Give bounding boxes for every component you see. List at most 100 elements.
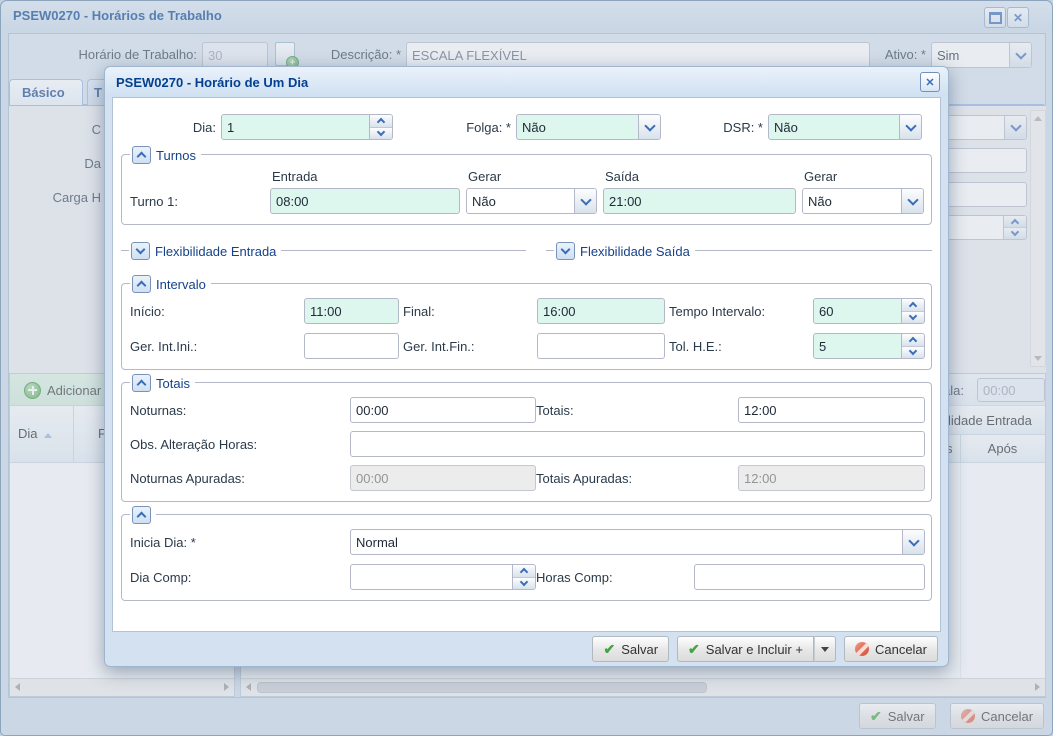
final-input[interactable] — [538, 299, 664, 323]
intervalo-legend-label: Intervalo — [156, 277, 206, 292]
expand-icon[interactable] — [556, 242, 575, 260]
spin-up-icon[interactable] — [902, 334, 924, 347]
inicio-input[interactable] — [305, 299, 398, 323]
totais-grid: Noturnas: Totais: Obs. Alteração Horas: … — [130, 397, 923, 491]
turno1-gerar-entrada-combo[interactable] — [466, 188, 597, 214]
turno1-entrada-field[interactable] — [270, 188, 460, 214]
dia-input[interactable] — [222, 115, 369, 139]
dialog-title: PSEW0270 - Horário de Um Dia — [116, 75, 308, 90]
dialog-close-button[interactable]: ✕ — [920, 72, 940, 92]
chevron-glyph — [909, 312, 917, 320]
collapse-icon[interactable] — [132, 146, 151, 164]
spin-down-icon[interactable] — [902, 347, 924, 359]
dialog-save-button[interactable]: ✔ Salvar — [592, 636, 669, 662]
dialog-footer: ✔ Salvar ✔ Salvar e Incluir + Cancelar — [105, 632, 948, 666]
entrada-column-header: Entrada — [270, 169, 460, 184]
chevron-down-icon[interactable] — [638, 115, 660, 139]
final-field[interactable] — [537, 298, 665, 324]
inicia-dia-combo[interactable] — [350, 529, 925, 555]
inicia-dia-grid: Inicia Dia: * Dia Comp: Horas Comp: — [130, 529, 923, 590]
save-and-add-label: Salvar e Incluir + — [706, 642, 803, 657]
save-and-add-button[interactable]: ✔ Salvar e Incluir + — [677, 636, 814, 662]
dia-comp-input[interactable] — [351, 565, 512, 589]
spinner-buttons[interactable] — [901, 299, 924, 323]
flexibilidade-saida-fieldset: Flexibilidade Saída — [546, 250, 932, 263]
inicia-dia-input[interactable] — [351, 530, 902, 554]
obs-alteracao-input[interactable] — [351, 432, 924, 456]
chevron-down-icon[interactable] — [901, 189, 923, 213]
collapse-icon[interactable] — [132, 506, 151, 524]
check-icon: ✔ — [688, 642, 700, 656]
gerar-entrada-column-header: Gerar — [466, 169, 597, 184]
no-entry-icon — [855, 642, 869, 656]
save-and-add-menu-arrow[interactable] — [814, 636, 836, 662]
expand-icon[interactable] — [131, 242, 150, 260]
inicio-field[interactable] — [304, 298, 399, 324]
turno1-gerar-saida-input[interactable] — [803, 189, 901, 213]
dia-spinner-field[interactable] — [221, 114, 393, 140]
turnos-legend: Turnos — [130, 146, 201, 164]
dsr-input[interactable] — [769, 115, 899, 139]
collapse-icon[interactable] — [132, 275, 151, 293]
spinner-buttons[interactable] — [901, 334, 924, 358]
ger-int-ini-field[interactable] — [304, 333, 399, 359]
totais-field[interactable] — [738, 397, 925, 423]
turno1-entrada-input[interactable] — [271, 189, 459, 213]
dsr-combo[interactable] — [768, 114, 922, 140]
spin-down-icon[interactable] — [513, 578, 535, 590]
spin-down-icon[interactable] — [370, 128, 392, 140]
chevron-glyph — [909, 302, 917, 310]
turno1-gerar-saida-combo[interactable] — [802, 188, 924, 214]
chevron-down-icon[interactable] — [902, 530, 924, 554]
flex-saida-legend: Flexibilidade Saída — [554, 242, 695, 260]
totais-apuradas-field — [738, 465, 925, 491]
turno1-saida-field[interactable] — [603, 188, 796, 214]
chevron-glyph — [905, 120, 916, 131]
chevron-glyph — [908, 535, 919, 546]
chevron-down-icon[interactable] — [574, 189, 596, 213]
tol-he-input[interactable] — [814, 334, 901, 358]
noturnas-input[interactable] — [351, 398, 535, 422]
turnos-legend-label: Turnos — [156, 148, 196, 163]
dialog-cancel-button[interactable]: Cancelar — [844, 636, 938, 662]
totais-fieldset: Totais Noturnas: Totais: Obs. Alteração … — [121, 382, 932, 502]
tempo-intervalo-input[interactable] — [814, 299, 901, 323]
chevron-glyph — [580, 194, 591, 205]
chevron-glyph — [561, 245, 571, 255]
spin-up-icon[interactable] — [513, 565, 535, 578]
folga-input[interactable] — [517, 115, 638, 139]
horas-comp-input[interactable] — [695, 565, 924, 589]
ger-int-ini-input[interactable] — [305, 334, 398, 358]
ger-int-fin-field[interactable] — [537, 333, 665, 359]
inicia-dia-label: Inicia Dia: * — [130, 535, 350, 550]
tempo-intervalo-spinner-field[interactable] — [813, 298, 925, 324]
dialog-save-label: Salvar — [621, 642, 658, 657]
chevron-glyph — [377, 118, 385, 126]
dia-comp-spinner-field[interactable] — [350, 564, 536, 590]
spin-down-icon[interactable] — [902, 312, 924, 324]
noturnas-field[interactable] — [350, 397, 536, 423]
horas-comp-field[interactable] — [694, 564, 925, 590]
ger-int-fin-input[interactable] — [538, 334, 664, 358]
flexibilidade-entrada-fieldset: Flexibilidade Entrada — [121, 250, 526, 263]
turno1-saida-input[interactable] — [604, 189, 795, 213]
ger-int-fin-label: Ger. Int.Fin.: — [403, 339, 533, 354]
turnos-grid: Entrada Gerar Saída Gerar Turno 1: — [130, 169, 923, 214]
collapse-icon[interactable] — [132, 374, 151, 392]
dia-folga-dsr-row: Dia: Folga: * DSR: * — [121, 114, 932, 140]
noturnas-apuradas-label: Noturnas Apuradas: — [130, 471, 350, 486]
chevron-glyph — [909, 347, 917, 355]
spinner-buttons[interactable] — [369, 115, 392, 139]
dia-comp-label: Dia Comp: — [130, 570, 350, 585]
folga-combo[interactable] — [516, 114, 661, 140]
spinner-buttons[interactable] — [512, 565, 535, 589]
spin-up-icon[interactable] — [370, 115, 392, 128]
obs-alteracao-field[interactable] — [350, 431, 925, 457]
turno1-gerar-entrada-input[interactable] — [467, 189, 574, 213]
dia-label: Dia: — [121, 120, 221, 135]
totais-input[interactable] — [739, 398, 924, 422]
tol-he-spinner-field[interactable] — [813, 333, 925, 359]
intervalo-legend: Intervalo — [130, 275, 211, 293]
spin-up-icon[interactable] — [902, 299, 924, 312]
chevron-down-icon[interactable] — [899, 115, 921, 139]
